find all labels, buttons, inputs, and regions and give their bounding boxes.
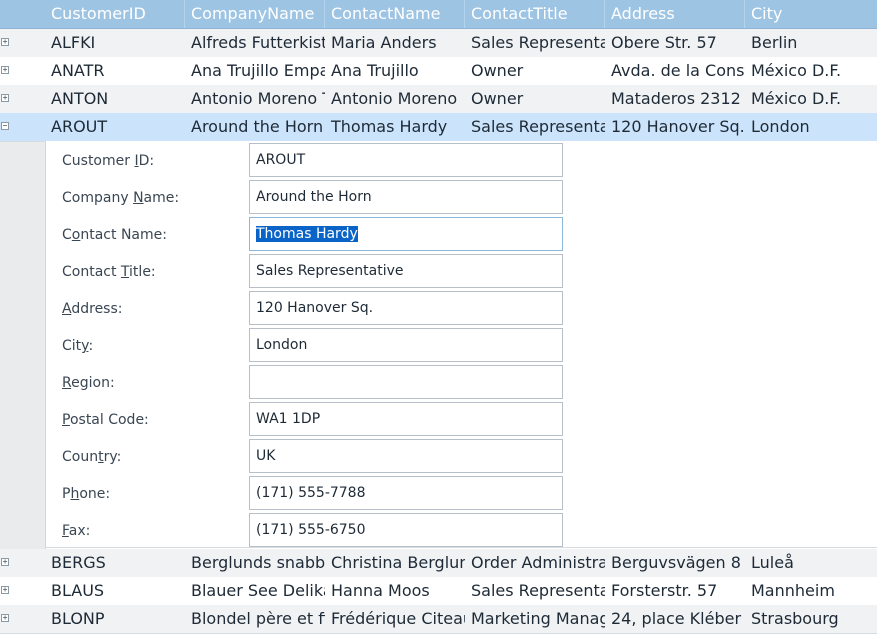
label-city: City:	[62, 338, 94, 354]
table-row[interactable]: + BERGS Berglunds snabbköp Christina Ber…	[0, 549, 877, 578]
cell-city[interactable]: México D.F.	[745, 57, 877, 85]
label-phone: Phone:	[62, 486, 111, 502]
expand-plus-icon[interactable]: +	[1, 94, 9, 102]
row-expander[interactable]: +	[0, 57, 45, 85]
cell-address[interactable]: Forsterstr. 57	[605, 577, 745, 605]
column-header-city[interactable]: City	[745, 0, 877, 28]
label-postal-code: Postal Code:	[62, 412, 149, 428]
column-header-address[interactable]: Address	[605, 0, 745, 28]
cell-contactname[interactable]: Maria Anders	[325, 29, 465, 57]
cell-companyname[interactable]: Blondel père et fils	[185, 605, 325, 633]
label-address: Address:	[62, 301, 123, 317]
cell-companyname[interactable]: Ana Trujillo Emparedados	[185, 57, 325, 85]
cell-customerid[interactable]: ALFKI	[45, 29, 185, 57]
cell-companyname[interactable]: Berglunds snabbköp	[185, 549, 325, 577]
cell-customerid[interactable]: ANTON	[45, 85, 185, 113]
label-contact-title: Contact Title:	[62, 264, 156, 280]
expand-plus-icon[interactable]: +	[1, 586, 9, 594]
cell-address[interactable]: Avda. de la Constitución 2222	[605, 57, 745, 85]
label-country: Country:	[62, 449, 122, 465]
table-row[interactable]: + ALFKI Alfreds Futterkiste Maria Anders…	[0, 29, 877, 58]
customers-grid: CustomerID CompanyName ContactName Conta…	[0, 0, 877, 634]
cell-contactname[interactable]: Ana Trujillo	[325, 57, 465, 85]
address-field[interactable]: 120 Hanover Sq.	[249, 291, 563, 325]
row-expander[interactable]: +	[0, 577, 45, 605]
cell-contacttitle[interactable]: Sales Representative	[465, 29, 605, 57]
expand-plus-icon[interactable]: +	[1, 66, 9, 74]
row-expander[interactable]: −	[0, 113, 45, 141]
cell-contactname[interactable]: Hanna Moos	[325, 577, 465, 605]
table-row[interactable]: + ANATR Ana Trujillo Emparedados Ana Tru…	[0, 57, 877, 86]
country-field[interactable]: UK	[249, 439, 563, 473]
cell-address[interactable]: Obere Str. 57	[605, 29, 745, 57]
selected-text[interactable]: Thomas Hardy	[256, 226, 358, 242]
expand-plus-icon[interactable]: +	[1, 38, 9, 46]
table-row[interactable]: + ANTON Antonio Moreno Taquería Antonio …	[0, 85, 877, 114]
row-expander[interactable]: +	[0, 549, 45, 577]
row-expander[interactable]: +	[0, 605, 45, 633]
cell-customerid[interactable]: BERGS	[45, 549, 185, 577]
cell-contacttitle[interactable]: Order Administrator	[465, 549, 605, 577]
cell-address[interactable]: 120 Hanover Sq.	[605, 113, 745, 141]
cell-contacttitle[interactable]: Sales Representative	[465, 577, 605, 605]
cell-city[interactable]: Berlin	[745, 29, 877, 57]
cell-companyname[interactable]: Antonio Moreno Taquería	[185, 85, 325, 113]
cell-city[interactable]: Mannheim	[745, 577, 877, 605]
cell-companyname[interactable]: Alfreds Futterkiste	[185, 29, 325, 57]
column-header-contactname[interactable]: ContactName	[325, 0, 465, 28]
table-row[interactable]: + BLAUS Blauer See Delikatessen Hanna Mo…	[0, 577, 877, 606]
cell-contactname[interactable]: Antonio Moreno	[325, 85, 465, 113]
row-expander[interactable]: +	[0, 29, 45, 57]
expand-plus-icon[interactable]: +	[1, 558, 9, 566]
cell-contacttitle[interactable]: Sales Representative	[465, 113, 605, 141]
label-company-name: Company Name:	[62, 190, 180, 206]
region-field[interactable]	[249, 365, 563, 399]
table-row[interactable]: + BLONP Blondel père et fils Frédérique …	[0, 605, 877, 634]
phone-field[interactable]: (171) 555-7788	[249, 476, 563, 510]
row-detail-form: Customer ID: AROUT Company Name: Around …	[46, 141, 877, 548]
cell-contacttitle[interactable]: Marketing Manager	[465, 605, 605, 633]
collapse-minus-icon[interactable]: −	[1, 122, 9, 130]
label-region: Region:	[62, 375, 115, 391]
column-header-customerid[interactable]: CustomerID	[45, 0, 185, 28]
cell-address[interactable]: 24, place Kléber	[605, 605, 745, 633]
company-name-field[interactable]: Around the Horn	[249, 180, 563, 214]
cell-contactname[interactable]: Thomas Hardy	[325, 113, 465, 141]
table-row-selected[interactable]: − AROUT Around the Horn Thomas Hardy Sal…	[0, 113, 877, 142]
fax-field[interactable]: (171) 555-6750	[249, 513, 563, 547]
contact-name-field[interactable]: Thomas Hardy	[249, 217, 563, 251]
label-fax: Fax:	[62, 523, 91, 539]
cell-address[interactable]: Mataderos 2312	[605, 85, 745, 113]
cell-companyname[interactable]: Blauer See Delikatessen	[185, 577, 325, 605]
postal-code-field[interactable]: WA1 1DP	[249, 402, 563, 436]
cell-address[interactable]: Berguvsvägen 8	[605, 549, 745, 577]
cell-city[interactable]: Luleå	[745, 549, 877, 577]
cell-companyname[interactable]: Around the Horn	[185, 113, 325, 141]
cell-customerid[interactable]: AROUT	[45, 113, 185, 141]
customer-id-field[interactable]: AROUT	[249, 143, 563, 177]
cell-contacttitle[interactable]: Owner	[465, 57, 605, 85]
cell-city[interactable]: London	[745, 113, 877, 141]
expand-plus-icon[interactable]: +	[1, 614, 9, 622]
cell-customerid[interactable]: BLONP	[45, 605, 185, 633]
cell-contacttitle[interactable]: Owner	[465, 85, 605, 113]
label-contact-name: Contact Name:	[62, 227, 167, 243]
cell-contactname[interactable]: Frédérique Citeaux	[325, 605, 465, 633]
cell-contactname[interactable]: Christina Berglund	[325, 549, 465, 577]
contact-title-field[interactable]: Sales Representative	[249, 254, 563, 288]
label-customer-id: Customer ID:	[62, 153, 155, 169]
grid-header: CustomerID CompanyName ContactName Conta…	[0, 0, 877, 29]
column-header-contacttitle[interactable]: ContactTitle	[465, 0, 605, 28]
cell-customerid[interactable]: BLAUS	[45, 577, 185, 605]
cell-city[interactable]: Strasbourg	[745, 605, 877, 633]
cell-customerid[interactable]: ANATR	[45, 57, 185, 85]
city-field[interactable]: London	[249, 328, 563, 362]
column-header-companyname[interactable]: CompanyName	[185, 0, 325, 28]
cell-city[interactable]: México D.F.	[745, 85, 877, 113]
row-expander[interactable]: +	[0, 85, 45, 113]
